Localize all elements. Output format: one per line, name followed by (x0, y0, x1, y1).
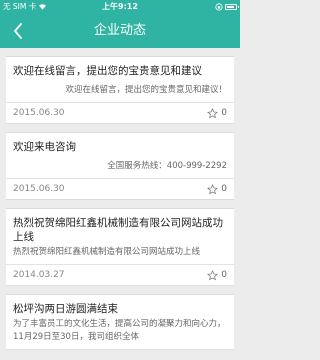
article-footer: 2014.03.27 0 (6, 265, 234, 285)
favorite-count: 0 (221, 108, 227, 118)
article-desc: 全国服务热线：400-999-2292 (107, 161, 227, 171)
article-card[interactable]: 松坪沟两日游圆满结束 为了丰富员工的文化生活，提高公司的凝聚力和向心力，11月2… (6, 294, 234, 350)
article-desc: 欢迎在线留言，提出您的宝贵意见和建议！ (65, 85, 227, 95)
star-icon (207, 107, 219, 118)
status-bar: 无 SIM 卡 上午9:12 (0, 0, 240, 13)
star-icon (207, 269, 219, 280)
article-title: 热烈祝贺绵阳红鑫机械制造有限公司网站成功上线 (13, 217, 223, 243)
article-card[interactable]: 欢迎在线留言，提出您的宝贵意见和建议 欢迎在线留言，提出您的宝贵意见和建议！ 2… (6, 56, 234, 124)
article-title: 欢迎来电咨询 (13, 141, 76, 153)
article-footer: 2015.06.30 0 (6, 179, 234, 199)
article-footer: 2015.06.30 0 (6, 103, 234, 123)
favorite-button[interactable]: 0 (207, 183, 227, 195)
article-date: 2014.03.27 (13, 270, 65, 280)
article-body: 松坪沟两日游圆满结束 为了丰富员工的文化生活，提高公司的凝聚力和向心力，11月2… (6, 295, 234, 349)
page-title: 企业动态 (93, 23, 146, 38)
article-list: 欢迎在线留言，提出您的宝贵意见和建议 欢迎在线留言，提出您的宝贵意见和建议！ 2… (0, 48, 240, 360)
article-desc: 热烈祝贺绵阳红鑫机械制造有限公司网站成功上线 (13, 247, 201, 257)
favorite-count: 0 (221, 270, 227, 280)
favorite-count: 0 (221, 184, 227, 194)
status-time: 上午9:12 (102, 2, 138, 11)
nav-bar: 企业动态 (0, 13, 240, 48)
article-body: 热烈祝贺绵阳红鑫机械制造有限公司网站成功上线 热烈祝贺绵阳红鑫机械制造有限公司网… (6, 209, 234, 265)
article-title: 欢迎在线留言，提出您的宝贵意见和建议 (13, 65, 202, 77)
article-date: 2015.06.30 (13, 108, 65, 118)
article-body: 欢迎在线留言，提出您的宝贵意见和建议 欢迎在线留言，提出您的宝贵意见和建议！ (6, 57, 234, 103)
article-body: 欢迎来电咨询 全国服务热线：400-999-2292 (6, 133, 234, 179)
article-card[interactable]: 热烈祝贺绵阳红鑫机械制造有限公司网站成功上线 热烈祝贺绵阳红鑫机械制造有限公司网… (6, 208, 234, 286)
favorite-button[interactable]: 0 (207, 269, 227, 281)
article-date: 2015.06.30 (13, 184, 65, 194)
favorite-button[interactable]: 0 (207, 107, 227, 119)
star-icon (207, 183, 219, 194)
article-title: 松坪沟两日游圆满结束 (13, 303, 118, 315)
battery-icon (225, 3, 239, 10)
article-desc: 为了丰富员工的文化生活，提高公司的凝聚力和向心力，11月29日至30日，我司组织… (13, 319, 226, 342)
article-card[interactable]: 欢迎来电咨询 全国服务热线：400-999-2292 2015.06.30 0 (6, 132, 234, 200)
